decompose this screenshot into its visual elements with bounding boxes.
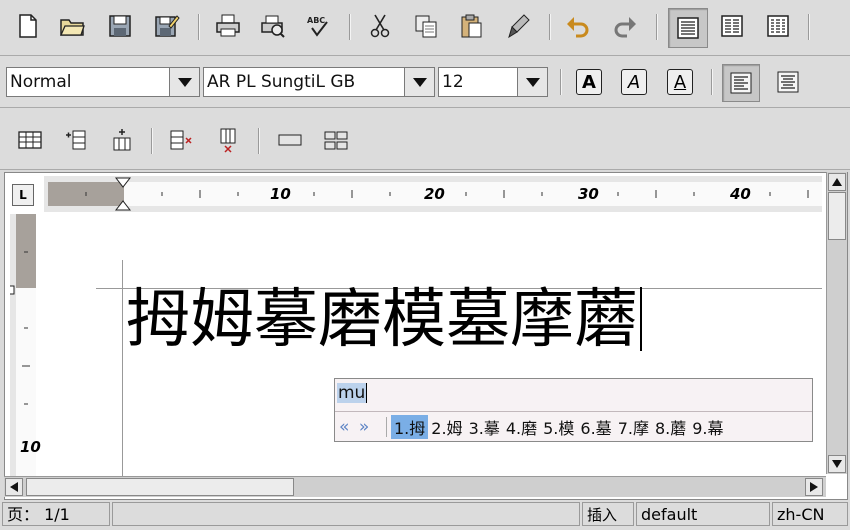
toolbar-separator xyxy=(711,69,713,95)
paste-icon[interactable] xyxy=(455,10,487,42)
tab-stop-selector[interactable]: L xyxy=(12,184,34,206)
ime-candidate-row: « » 1.拇 2.姆 3.摹 4.磨 5.模 6.墓 7.摩 8.蘑 9.幕 xyxy=(335,411,812,442)
delete-column-icon[interactable] xyxy=(212,124,244,156)
toolbar-separator xyxy=(560,69,562,95)
vertical-scroll-thumb[interactable] xyxy=(828,192,846,240)
align-center-icon[interactable] xyxy=(772,66,804,98)
split-cells-icon[interactable] xyxy=(320,124,352,156)
toolbar-separator xyxy=(151,128,153,154)
columns-view-icon[interactable] xyxy=(716,10,748,42)
scroll-left-arrow-icon[interactable] xyxy=(5,478,23,496)
ime-prev-page-icon[interactable]: « xyxy=(339,417,351,437)
scroll-up-arrow-icon[interactable] xyxy=(828,173,846,191)
spellcheck-label: ABC xyxy=(307,16,325,25)
toolbar-separator xyxy=(258,128,260,154)
style-dropdown-arrow-icon[interactable] xyxy=(170,67,200,97)
save-as-icon[interactable] xyxy=(150,10,182,42)
new-document-icon[interactable] xyxy=(12,10,44,42)
insert-row-icon[interactable] xyxy=(60,124,92,156)
format-paint-icon[interactable] xyxy=(502,10,534,42)
horizontal-ruler[interactable]: 10 20 30 40 xyxy=(44,176,822,212)
style-value[interactable]: Normal xyxy=(6,67,170,97)
font-combo[interactable]: AR PL SungtiL GB xyxy=(203,67,435,97)
align-normal-view-icon[interactable] xyxy=(668,8,708,48)
ime-preedit-text: mu xyxy=(337,383,367,403)
italic-button[interactable]: A xyxy=(621,69,647,95)
font-value[interactable]: AR PL SungtiL GB xyxy=(203,67,405,97)
merge-cells-icon[interactable] xyxy=(274,124,306,156)
ime-candidate[interactable]: 9.幕 xyxy=(689,415,726,439)
horizontal-scrollbar[interactable] xyxy=(4,476,826,497)
ruler-number: 10 xyxy=(270,185,291,203)
table-toolbar xyxy=(0,108,850,170)
ime-candidate[interactable]: 4.磨 xyxy=(503,415,540,439)
copy-icon[interactable] xyxy=(410,10,442,42)
toolbar-separator xyxy=(349,14,351,40)
ruler-number: 20 xyxy=(424,185,445,203)
ime-preedit: mu xyxy=(337,383,370,403)
redo-icon[interactable] xyxy=(609,10,641,42)
insert-column-icon[interactable] xyxy=(106,124,138,156)
spellcheck-icon[interactable]: ABC xyxy=(302,10,334,42)
delete-row-icon[interactable] xyxy=(164,124,196,156)
status-language[interactable]: zh-CN xyxy=(772,502,848,526)
ime-candidate-window: mu « » 1.拇 2.姆 3.摹 4.磨 5.模 6.墓 7.摩 8.蘑 9… xyxy=(334,378,813,442)
vertical-ruler[interactable]: 10 xyxy=(10,214,41,476)
open-folder-icon[interactable] xyxy=(56,10,88,42)
ime-candidate[interactable]: 7.摩 xyxy=(615,415,652,439)
ime-candidate[interactable]: 8.蘑 xyxy=(652,415,689,439)
toolbar-separator xyxy=(198,14,200,40)
ime-next-page-icon[interactable]: » xyxy=(359,417,371,437)
ime-page-nav: « » xyxy=(335,417,387,437)
document-text-line[interactable]: 拇姆摹磨模墓摩蘑 xyxy=(126,284,642,356)
ime-candidate[interactable]: 5.模 xyxy=(540,415,577,439)
ime-candidate[interactable]: 2.姆 xyxy=(428,415,465,439)
format-toolbar: Normal AR PL SungtiL GB 12 A A A xyxy=(0,56,850,108)
status-page-count: 页： 1/1 xyxy=(2,502,110,526)
ime-candidate[interactable]: 1.拇 xyxy=(391,415,429,439)
ime-candidate[interactable]: 3.摹 xyxy=(466,415,503,439)
document-text: 拇姆摹磨模墓摩蘑 xyxy=(126,283,638,357)
style-combo[interactable]: Normal xyxy=(6,67,200,97)
status-insert-mode[interactable]: 插入 xyxy=(582,502,634,526)
status-page-style[interactable]: default xyxy=(636,502,770,526)
ruler-number: 10 xyxy=(20,438,41,456)
standard-toolbar: ABC xyxy=(0,0,850,56)
text-cursor xyxy=(640,287,642,351)
toolbar-separator xyxy=(549,14,551,40)
print-icon[interactable] xyxy=(212,10,244,42)
size-combo[interactable]: 12 xyxy=(438,67,548,97)
horizontal-scroll-thumb[interactable] xyxy=(26,478,294,496)
status-bar: 页： 1/1 插入 default zh-CN xyxy=(0,500,850,530)
scroll-down-arrow-icon[interactable] xyxy=(828,455,846,473)
underline-button[interactable]: A xyxy=(667,69,693,95)
ime-candidate[interactable]: 6.墓 xyxy=(577,415,614,439)
font-dropdown-arrow-icon[interactable] xyxy=(405,67,435,97)
insert-table-icon[interactable] xyxy=(14,124,46,156)
toolbar-separator xyxy=(656,14,658,40)
table-view-icon[interactable] xyxy=(762,10,794,42)
toolbar-separator xyxy=(808,14,810,40)
save-icon[interactable] xyxy=(104,10,136,42)
status-spacer xyxy=(112,502,580,526)
print-preview-icon[interactable] xyxy=(257,10,289,42)
ruler-number: 40 xyxy=(730,185,751,203)
size-dropdown-arrow-icon[interactable] xyxy=(518,67,548,97)
vertical-scrollbar[interactable] xyxy=(826,172,847,474)
undo-icon[interactable] xyxy=(562,10,594,42)
size-value[interactable]: 12 xyxy=(438,67,518,97)
scroll-right-arrow-icon[interactable] xyxy=(805,478,823,496)
align-left-icon[interactable] xyxy=(722,64,760,102)
cut-icon[interactable] xyxy=(364,10,396,42)
ruler-number: 30 xyxy=(578,185,599,203)
bold-button[interactable]: A xyxy=(576,69,602,95)
